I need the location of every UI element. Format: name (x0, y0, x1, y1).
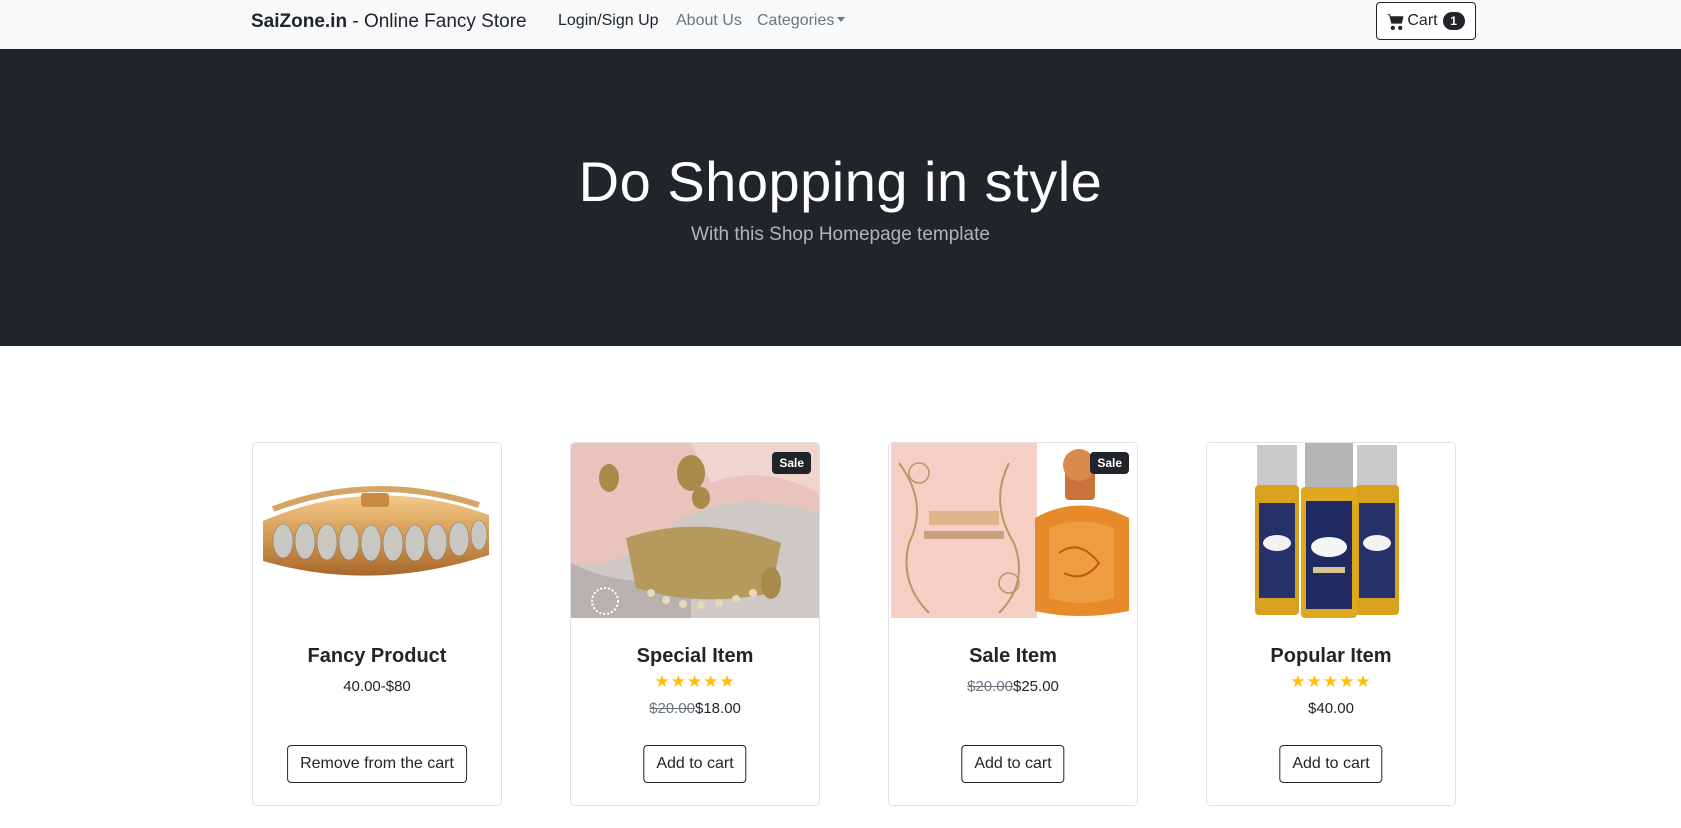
cart-icon (1387, 13, 1404, 30)
cart-button[interactable]: Cart 1 (1376, 2, 1476, 40)
nav-login-signup[interactable]: Login/Sign Up (558, 12, 659, 30)
brand-name[interactable]: SaiZone.in (251, 11, 347, 32)
hero-banner: Do Shopping in style With this Shop Home… (0, 49, 1681, 346)
add-to-cart-button[interactable]: Add to cart (1279, 745, 1383, 783)
product-image-perfume-oil-bottles (1207, 443, 1455, 618)
product-image-bracelet (253, 443, 501, 618)
nav-about-us[interactable]: About Us (676, 12, 742, 30)
product-price: $40.00 (1308, 700, 1354, 717)
sale-badge: Sale (772, 452, 811, 474)
caret-down-icon (837, 17, 846, 22)
product-card-popular-item: Popular Item ★★★★★ $40.00 Add to cart (1206, 442, 1456, 806)
product-title: Fancy Product (307, 645, 447, 667)
product-card-sale-item: Sale Sale Item $20.00$25.00 Add to cart (888, 442, 1138, 806)
add-to-cart-button[interactable]: Add to cart (643, 745, 747, 783)
product-price: 40.00-$80 (343, 678, 411, 695)
hero-subtitle: With this Shop Homepage template (691, 224, 990, 245)
product-card-fancy-product: Fancy Product 40.00-$80 Remove from the … (252, 442, 502, 806)
product-title: Popular Item (1270, 645, 1392, 667)
product-price: $25.00 (1013, 678, 1059, 695)
remove-from-cart-button[interactable]: Remove from the cart (287, 745, 467, 783)
navbar: SaiZone.in - Online Fancy Store Login/Si… (0, 0, 1681, 49)
sale-badge: Sale (1090, 452, 1129, 474)
nav-categories-dropdown[interactable]: Categories (757, 12, 846, 30)
product-old-price: $20.00 (967, 678, 1013, 695)
brand[interactable]: SaiZone.in - Online Fancy Store (251, 11, 527, 33)
product-image-jewelry-set: Sale (571, 443, 819, 618)
cart-count-badge: 1 (1442, 12, 1465, 30)
product-old-price: $20.00 (649, 700, 695, 717)
product-title: Sale Item (969, 645, 1057, 667)
add-to-cart-button[interactable]: Add to cart (961, 745, 1065, 783)
nav-categories-label: Categories (757, 12, 835, 29)
brand-tagline: - Online Fancy Store (352, 11, 527, 32)
product-price: $18.00 (695, 700, 741, 717)
hero-title: Do Shopping in style (578, 150, 1103, 213)
product-title: Special Item (636, 645, 754, 667)
rating-stars-icon: ★★★★★ (1290, 672, 1372, 691)
product-image-perfume: Sale (889, 443, 1137, 618)
product-price-group: $20.00$25.00 (889, 678, 1137, 695)
rating-stars-icon: ★★★★★ (654, 672, 736, 691)
product-card-special-item: Sale Special Item ★★★★★ $20.00$18.00 Add… (570, 442, 820, 806)
product-price-group: $20.00$18.00 (571, 700, 819, 717)
cart-label: Cart (1407, 12, 1438, 29)
